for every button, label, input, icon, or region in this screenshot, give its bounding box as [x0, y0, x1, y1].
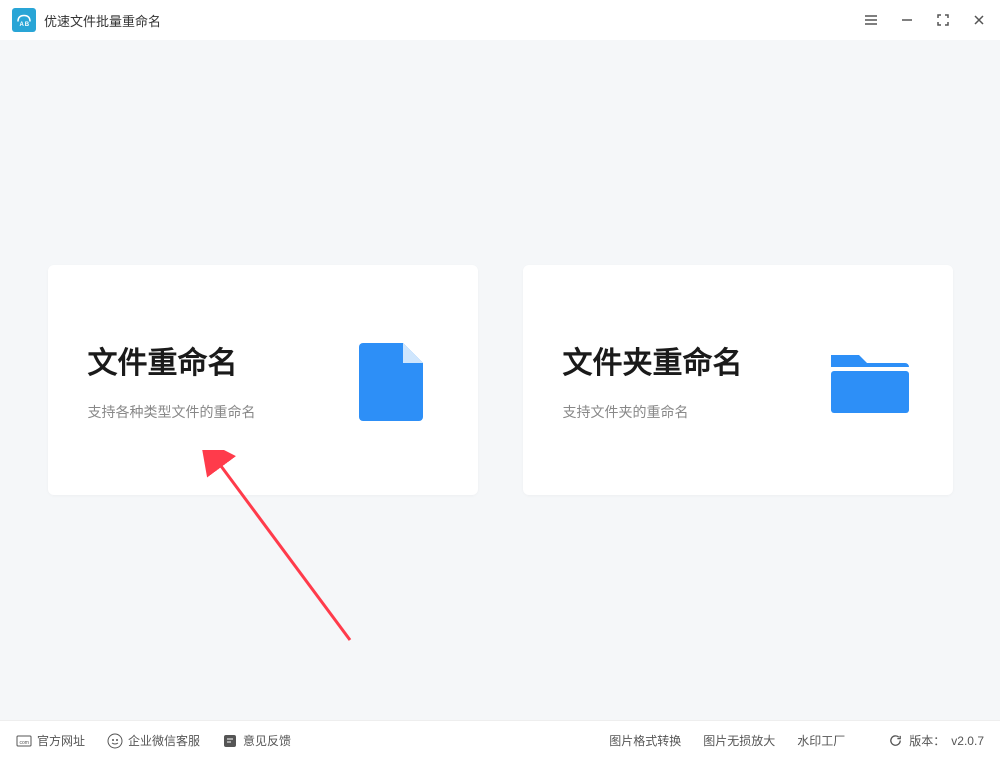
folder-rename-subtitle: 支持文件夹的重命名: [563, 402, 803, 422]
image-enlarge-link[interactable]: 图片无损放大: [703, 732, 775, 749]
app-icon: A B: [12, 8, 36, 32]
feedback-link[interactable]: 意见反馈: [222, 732, 291, 749]
wechat-support-label: 企业微信客服: [128, 732, 200, 749]
menu-button[interactable]: [862, 11, 880, 29]
version-value: v2.0.7: [951, 734, 984, 748]
close-button[interactable]: [970, 11, 988, 29]
svg-text:com: com: [20, 740, 29, 746]
version-label: 版本：: [909, 732, 945, 749]
minimize-button[interactable]: [898, 11, 916, 29]
main-area: 文件重命名 支持各种类型文件的重命名 文件夹重命名 支持文件夹的重命名: [0, 40, 1000, 720]
version-area: 版本： v2.0.7: [887, 732, 984, 749]
titlebar-controls: [862, 11, 988, 29]
image-convert-link[interactable]: 图片格式转换: [609, 732, 681, 749]
wechat-icon: [107, 733, 123, 749]
feedback-icon: [222, 733, 238, 749]
feedback-label: 意见反馈: [243, 732, 291, 749]
titlebar: A B 优速文件批量重命名: [0, 0, 1000, 40]
folder-rename-card[interactable]: 文件夹重命名 支持文件夹的重命名: [523, 265, 953, 495]
refresh-icon[interactable]: [887, 733, 903, 749]
wechat-support-link[interactable]: 企业微信客服: [107, 732, 200, 749]
website-icon: com: [16, 733, 32, 749]
app-title: 优速文件批量重命名: [44, 11, 161, 30]
folder-rename-title: 文件夹重命名: [563, 338, 803, 382]
maximize-button[interactable]: [934, 11, 952, 29]
file-rename-card[interactable]: 文件重命名 支持各种类型文件的重命名: [48, 265, 478, 495]
file-icon: [348, 335, 438, 425]
svg-text:B: B: [25, 22, 30, 28]
folder-icon: [823, 335, 913, 425]
svg-text:A: A: [20, 22, 25, 28]
footer: com 官方网址 企业微信客服 意见反馈 图片格式转换 图片无损放大 水印工厂 …: [0, 720, 1000, 760]
watermark-link[interactable]: 水印工厂: [797, 732, 845, 749]
official-site-label: 官方网址: [37, 732, 85, 749]
official-site-link[interactable]: com 官方网址: [16, 732, 85, 749]
file-rename-subtitle: 支持各种类型文件的重命名: [88, 402, 328, 422]
file-rename-title: 文件重命名: [88, 338, 328, 382]
